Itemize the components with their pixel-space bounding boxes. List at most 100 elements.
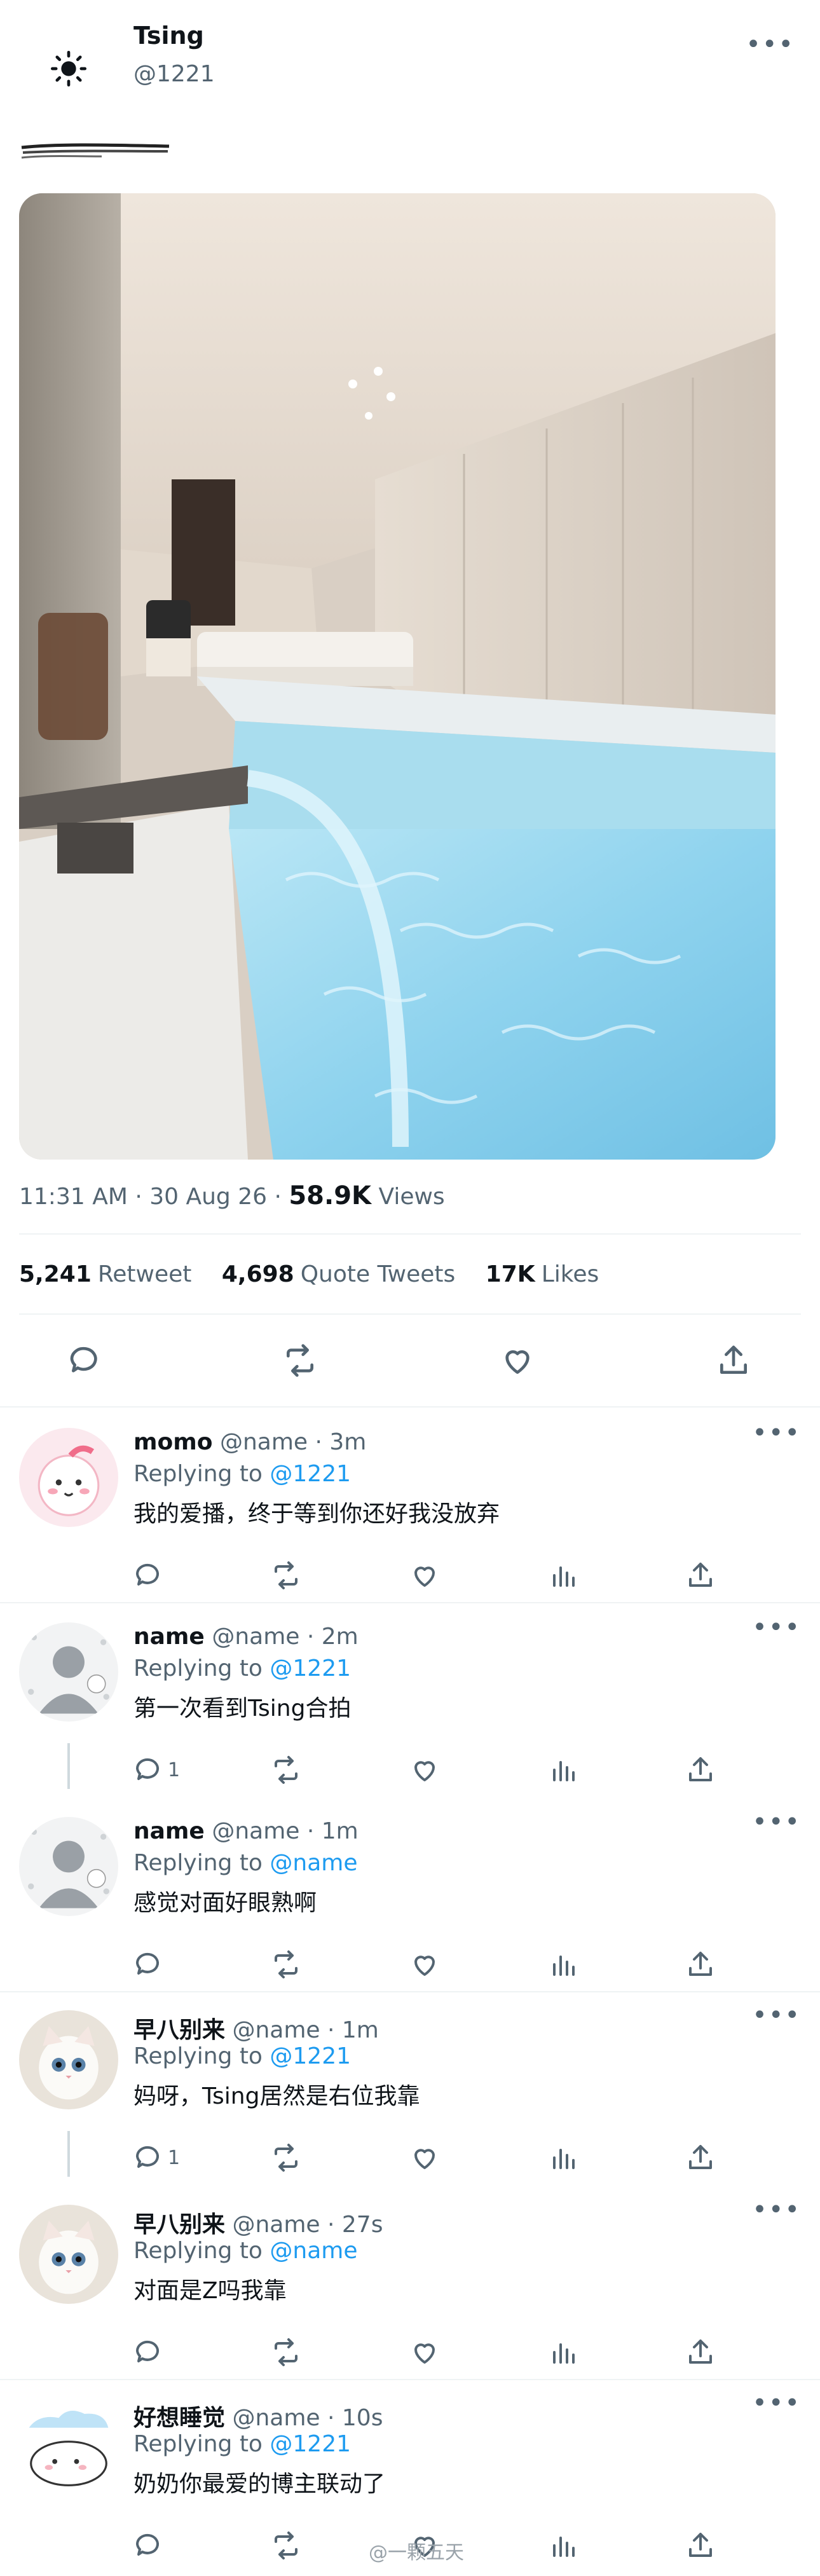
reply-button[interactable] [133,2333,168,2371]
reply-author-name[interactable]: 早八别来 [133,2017,225,2043]
views-icon[interactable] [548,2530,578,2561]
reply-icon[interactable] [133,2337,164,2367]
retweet-button[interactable] [271,1556,301,1594]
retweet-button[interactable] [271,1945,301,1983]
share-icon[interactable] [685,1949,716,1980]
more-icon[interactable]: ••• [752,1615,801,1640]
like-icon[interactable] [409,2337,440,2367]
more-icon[interactable]: ••• [752,1420,801,1446]
retweet-icon[interactable] [271,2142,301,2173]
retweet-icon[interactable] [271,2530,301,2561]
views-button[interactable] [548,1556,578,1594]
views-icon[interactable] [548,1949,578,1980]
share-button[interactable] [685,2526,716,2565]
author-name[interactable]: Tsing [133,22,204,50]
reply-author-name[interactable]: 早八别来 [133,2212,225,2238]
retweet-button[interactable] [271,2333,301,2371]
like-button[interactable] [409,1945,440,1983]
like-button[interactable] [409,1556,440,1594]
author-handle[interactable]: @1221 [133,61,215,87]
reply-icon[interactable] [133,1560,164,1591]
replying-to-handle[interactable]: @1221 [270,2043,351,2069]
reply-button[interactable]: 1 [133,1751,180,1789]
reply-author-name[interactable]: name [133,1624,205,1650]
like-icon[interactable] [409,1755,440,1785]
share-icon[interactable] [685,1755,716,1785]
like-icon[interactable] [409,1949,440,1980]
reply-item[interactable]: 早八别来 @name · 1m Replying to @1221 妈呀，Tsing… [0,1997,820,2188]
views-button[interactable] [548,2139,578,2177]
reply-author-name[interactable]: 好想睡觉 [133,2405,225,2431]
views-icon[interactable] [548,2142,578,2173]
share-icon[interactable] [685,2142,716,2173]
reply-icon[interactable] [133,1949,164,1980]
quote-tweets-stat[interactable]: 4,698 Quote Tweets [222,1261,455,1287]
retweet-icon[interactable] [271,2337,301,2367]
like-icon[interactable] [409,1560,440,1591]
replying-to-handle[interactable]: @name [270,1850,357,1876]
reply-item[interactable]: name @name · 1m Replying to @name 感觉对面好眼熟啊… [0,1804,820,1995]
reply-button[interactable] [133,1945,168,1983]
views-icon[interactable] [548,2337,578,2367]
share-button[interactable] [685,1751,716,1789]
replying-to-handle[interactable]: @1221 [270,1461,351,1487]
reply-button[interactable] [133,2526,168,2565]
share-icon[interactable] [685,2337,716,2367]
replying-to-handle[interactable]: @1221 [270,1655,351,1682]
likes-stat[interactable]: 17K Likes [486,1261,599,1287]
reply-author-handle[interactable]: @name [232,2017,320,2043]
reply-icon[interactable] [67,1343,103,1378]
reply-avatar[interactable] [19,2398,118,2497]
retweet-icon[interactable] [271,1949,301,1980]
more-icon[interactable]: ••• [752,2197,801,2223]
reply-icon[interactable] [133,1755,164,1785]
views-icon[interactable] [548,1755,578,1785]
more-icon[interactable]: ••• [746,32,795,57]
reply-avatar[interactable] [19,2205,118,2304]
like-button[interactable] [409,2139,440,2177]
reply-button[interactable]: 1 [133,2139,180,2177]
tweet-photo[interactable] [19,193,776,1160]
reply-button[interactable] [133,1556,168,1594]
like-icon[interactable] [500,1343,535,1378]
reply-author-handle[interactable]: @name [232,2405,320,2431]
replying-to-handle[interactable]: @name [270,2238,357,2264]
reply-icon[interactable] [133,2530,164,2561]
retweet-button[interactable] [271,2526,301,2565]
retweet-icon[interactable] [271,1560,301,1591]
share-button[interactable] [685,1556,716,1594]
reply-author-handle[interactable]: @name [212,1818,299,1844]
reply-author-handle[interactable]: @name [212,1624,299,1650]
more-icon[interactable]: ••• [752,1809,801,1835]
retweet-button[interactable] [271,2139,301,2177]
retweet-stat[interactable]: 5,241 Retweet [19,1261,191,1287]
reply-avatar[interactable] [19,1622,118,1722]
replying-to-handle[interactable]: @1221 [270,2431,351,2457]
retweet-button[interactable] [271,1751,301,1789]
views-button[interactable] [548,2333,578,2371]
share-button[interactable] [685,2333,716,2371]
like-button[interactable] [409,1751,440,1789]
author-avatar[interactable] [25,25,112,112]
views-button[interactable] [548,1751,578,1789]
reply-author-handle[interactable]: @name [232,2212,320,2238]
reply-author-name[interactable]: name [133,1818,205,1844]
share-icon[interactable] [716,1343,751,1378]
reply-author-handle[interactable]: @name [220,1429,308,1455]
reply-avatar[interactable] [19,2010,118,2109]
reply-item[interactable]: name @name · 2m Replying to @1221 第一次看到Tsi… [0,1610,820,1800]
share-icon[interactable] [685,2530,716,2561]
retweet-icon[interactable] [271,1755,301,1785]
views-button[interactable] [548,1945,578,1983]
views-icon[interactable] [548,1560,578,1591]
like-icon[interactable] [409,2142,440,2173]
reply-avatar[interactable] [19,1817,118,1916]
retweet-icon[interactable] [282,1343,318,1378]
reply-item[interactable]: momo @name · 3m Replying to @1221 我的爱播，终于等… [0,1415,820,1606]
reply-item[interactable]: 早八别来 @name · 27s Replying to @name 对面是Z吗我靠… [0,2192,820,2383]
reply-avatar[interactable] [19,1428,118,1527]
reply-icon[interactable] [133,2142,164,2173]
more-icon[interactable]: ••• [752,2390,801,2416]
more-icon[interactable]: ••• [752,2003,801,2028]
share-icon[interactable] [685,1560,716,1591]
